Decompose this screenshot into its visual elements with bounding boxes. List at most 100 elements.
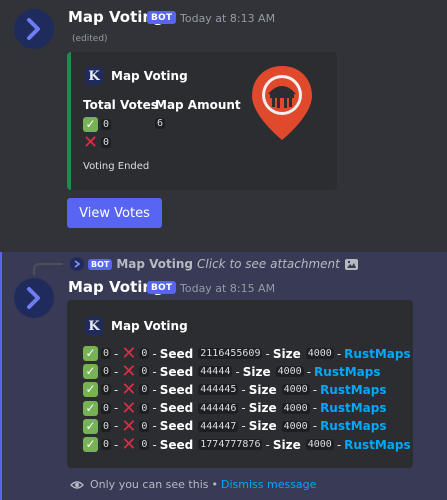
size-label: Size xyxy=(248,382,277,397)
no-count: 0 xyxy=(139,366,150,378)
field-total-votes: Total Votes xyxy=(83,98,158,112)
reply-username[interactable]: Map Voting xyxy=(116,257,193,271)
timestamp[interactable]: Today at 8:15 AM xyxy=(180,282,275,295)
ephemeral-dot: • xyxy=(211,478,219,491)
separator: - xyxy=(152,364,157,379)
size-value: 4000 xyxy=(281,402,310,414)
seed-value: 44444 xyxy=(198,366,233,378)
reply-connector xyxy=(33,263,63,275)
map-amount-value-line: 6 xyxy=(155,118,166,129)
separator: - xyxy=(114,419,119,434)
embed-author: K Map Voting xyxy=(85,317,188,335)
separator: - xyxy=(114,437,119,452)
embed-author-name: Map Voting xyxy=(111,69,188,83)
cross-icon: ✕ xyxy=(121,434,137,455)
size-label: Size xyxy=(242,364,271,379)
embed-card: K Map Voting ✓ 0- ✕ 0- Seed 2116455609- Size 40… xyxy=(67,300,413,468)
size-value: 4000 xyxy=(305,439,334,450)
separator: - xyxy=(114,346,119,361)
yes-count: 0 xyxy=(101,348,112,359)
yes-votes-line: ✓ 0 xyxy=(83,117,112,132)
check-icon: ✓ xyxy=(83,418,98,434)
timestamp[interactable]: Today at 8:13 AM xyxy=(180,12,275,25)
rustmaps-link[interactable]: RustMaps xyxy=(320,419,386,433)
seed-value: 444445 xyxy=(198,384,239,396)
separator: - xyxy=(114,364,119,379)
bot-avatar[interactable] xyxy=(14,9,54,49)
chevron-right-icon xyxy=(27,18,40,40)
ephemeral-text: Only you can see this xyxy=(90,478,209,491)
reply-preview-text[interactable]: Click to see attachment xyxy=(197,257,340,271)
yes-count: 0 xyxy=(101,119,112,130)
yes-count: 0 xyxy=(101,384,112,396)
rustmaps-link[interactable]: RustMaps xyxy=(344,438,410,452)
seed-value: 2116455609 xyxy=(198,348,263,359)
bot-tag: BOT xyxy=(147,281,177,294)
separator: - xyxy=(235,364,240,379)
seed-row: ✓ 0- ✕ 0- Seed 444445- Size 4000- RustMaps xyxy=(83,381,387,399)
separator: - xyxy=(152,437,157,452)
seed-row: ✓ 0- ✕ 0- Seed 444446- Size 4000- RustMaps xyxy=(83,397,387,419)
size-value: 4000 xyxy=(281,384,310,396)
highlight-bar xyxy=(0,252,2,500)
seed-row: ✓ 0- ✕ 0- Seed 444447- Size 4000- RustMaps xyxy=(83,415,387,437)
separator: - xyxy=(152,346,157,361)
rustmaps-link[interactable]: RustMaps xyxy=(344,347,410,361)
separator: - xyxy=(312,382,318,397)
separator: - xyxy=(312,401,318,416)
reply-bot-tag: BOT xyxy=(88,258,113,270)
size-value: 4000 xyxy=(275,366,304,378)
check-icon: ✓ xyxy=(83,437,98,452)
check-icon: ✓ xyxy=(83,382,98,398)
seed-row: ✓ 0- ✕ 0- Seed 44444- Size 4000- RustMaps xyxy=(83,363,380,381)
separator: - xyxy=(306,364,312,379)
size-label: Size xyxy=(272,346,301,361)
no-count: 0 xyxy=(101,137,112,148)
size-label: Size xyxy=(272,437,301,452)
embed-author-name: Map Voting xyxy=(111,319,188,333)
separator: - xyxy=(152,401,157,416)
no-count: 0 xyxy=(139,439,150,450)
rust-map-pin-icon xyxy=(252,66,312,140)
check-icon: ✓ xyxy=(83,346,98,361)
seed-row: ✓ 0- ✕ 0- Seed 1774777876- Size 4000- RustMaps xyxy=(83,434,411,455)
separator: - xyxy=(312,419,318,434)
k-logo-icon: K xyxy=(85,317,103,335)
separator: - xyxy=(114,401,119,416)
bot-avatar[interactable] xyxy=(14,278,54,318)
rustmaps-link[interactable]: RustMaps xyxy=(314,365,380,379)
seed-row: ✓ 0- ✕ 0- Seed 2116455609- Size 4000- RustMaps xyxy=(83,345,411,363)
yes-count: 0 xyxy=(101,420,112,432)
chevron-right-icon xyxy=(27,287,40,309)
size-label: Size xyxy=(248,419,277,434)
rustmaps-link[interactable]: RustMaps xyxy=(320,401,386,415)
separator: - xyxy=(336,437,342,452)
check-icon: ✓ xyxy=(83,400,98,416)
embed-footer: Voting Ended xyxy=(83,161,150,172)
size-label: Size xyxy=(248,401,277,416)
eye-icon xyxy=(70,480,84,489)
view-votes-button[interactable]: View Votes xyxy=(67,198,162,228)
embed-card: K Map Voting Total Votes Map Amount ✓ 0 … xyxy=(67,52,337,190)
no-count: 0 xyxy=(139,402,150,414)
yes-count: 0 xyxy=(101,439,112,450)
dismiss-message-link[interactable]: Dismiss message xyxy=(221,478,316,491)
separator: - xyxy=(241,401,246,416)
seed-label: Seed xyxy=(159,419,194,434)
no-count: 0 xyxy=(139,348,150,359)
embed-author: K Map Voting xyxy=(85,67,188,85)
check-icon: ✓ xyxy=(83,117,98,132)
seed-value: 1774777876 xyxy=(198,439,263,450)
yes-count: 0 xyxy=(101,402,112,414)
no-count: 0 xyxy=(139,384,150,396)
rustmaps-link[interactable]: RustMaps xyxy=(320,383,386,397)
field-map-amount: Map Amount xyxy=(155,98,241,112)
cross-icon: ✕ xyxy=(121,415,137,437)
separator: - xyxy=(152,419,157,434)
separator: - xyxy=(241,382,246,397)
reply-reference[interactable]: BOT Map Voting Click to see attachment xyxy=(70,257,358,271)
cross-icon: ✕ xyxy=(121,397,137,419)
no-votes-line: ✕ 0 xyxy=(83,134,112,152)
map-amount-value: 6 xyxy=(155,118,166,129)
separator: - xyxy=(241,419,246,434)
